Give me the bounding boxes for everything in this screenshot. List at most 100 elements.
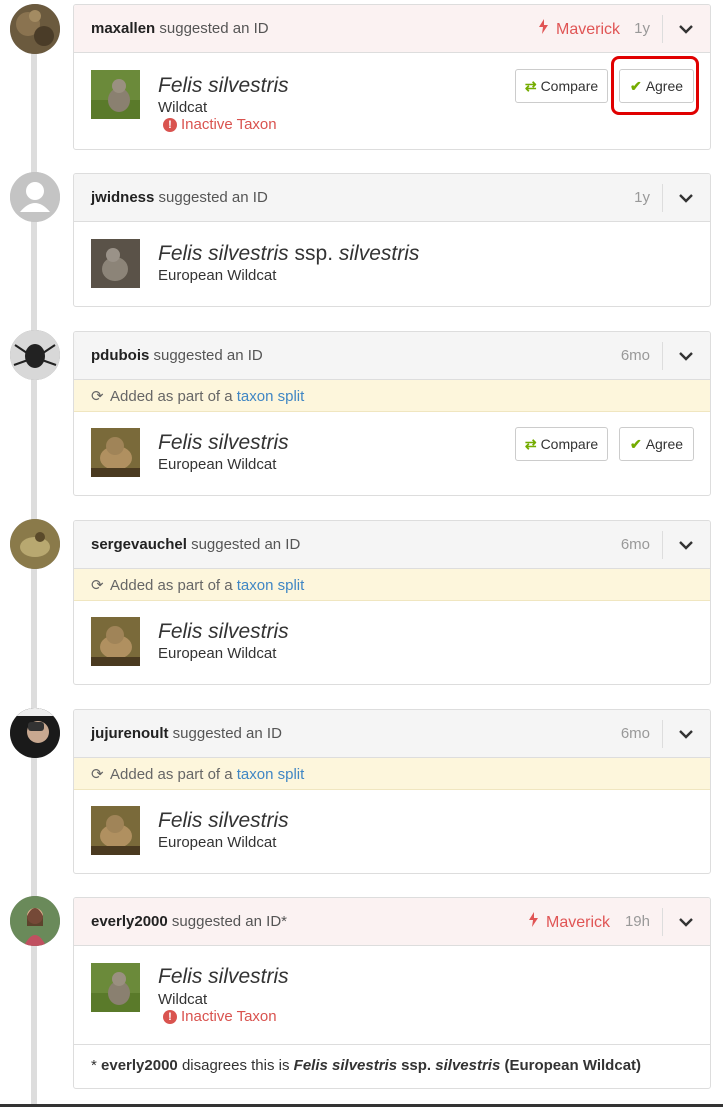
username-link[interactable]: jujurenoult xyxy=(91,725,169,742)
action-text: suggested an ID* xyxy=(171,913,287,930)
avatar[interactable] xyxy=(10,4,60,54)
scientific-genus-species: Felis silvestris xyxy=(158,242,289,265)
card-header: jwidness suggested an ID 1y xyxy=(74,174,710,222)
maverick-label: Maverick xyxy=(556,21,621,38)
compare-label: Compare xyxy=(540,436,599,452)
footnote-user[interactable]: everly2000 xyxy=(101,1057,178,1074)
footnote-star: * xyxy=(91,1057,97,1074)
agree-button[interactable]: ✔ Agree xyxy=(619,427,694,461)
user-photo-icon xyxy=(10,4,60,54)
chevron-down-icon[interactable] xyxy=(679,727,693,741)
compare-icon: ⇄ xyxy=(524,77,537,94)
taxon-scientific-name[interactable]: Felis silvestris xyxy=(158,431,289,455)
identification-card: jujurenoult suggested an ID 6mo ⟳ Added a… xyxy=(73,709,711,874)
rank-label: ssp. xyxy=(294,242,334,265)
divider xyxy=(662,720,663,748)
user-photo-icon xyxy=(10,519,60,569)
identification-card: jwidness suggested an ID 1y Felis silves… xyxy=(73,173,711,307)
username-link[interactable]: everly2000 xyxy=(91,913,168,930)
identification-card: everly2000 suggested an ID* Maverick 19h… xyxy=(73,897,711,1089)
taxon-common-name: European Wildcat xyxy=(158,834,277,851)
divider xyxy=(662,15,663,43)
chevron-down-icon[interactable] xyxy=(679,22,693,36)
wildcat-photo-icon xyxy=(91,428,140,477)
footnote-subspecies: silvestris xyxy=(435,1057,501,1074)
taxon-common-name: European Wildcat xyxy=(158,267,277,284)
chevron-down-icon[interactable] xyxy=(679,191,693,205)
username-link[interactable]: pdubois xyxy=(91,347,149,364)
user-photo-icon xyxy=(10,708,60,758)
maverick-label: Maverick xyxy=(546,914,611,931)
taxon-thumbnail[interactable] xyxy=(91,963,140,1012)
banner-text: Added as part of a xyxy=(110,766,233,783)
taxon-thumbnail[interactable] xyxy=(91,617,140,666)
user-line: sergevauchel suggested an ID xyxy=(91,536,300,553)
footnote-common: (European Wildcat) xyxy=(504,1057,642,1074)
user-line: jwidness suggested an ID xyxy=(91,189,268,206)
taxon-thumbnail[interactable] xyxy=(91,239,140,288)
chevron-down-icon[interactable] xyxy=(679,538,693,552)
inactive-taxon-label: ! Inactive Taxon xyxy=(163,1008,277,1025)
action-text: suggested an ID xyxy=(153,347,263,364)
taxon-body: Felis silvestris Wildcat ! Inactive Taxon xyxy=(74,946,710,1044)
taxon-split-link[interactable]: taxon split xyxy=(237,577,305,594)
compare-button[interactable]: ⇄ Compare xyxy=(515,427,608,461)
chevron-down-icon[interactable] xyxy=(679,349,693,363)
avatar[interactable] xyxy=(10,519,60,569)
refresh-icon: ⟳ xyxy=(91,388,104,405)
taxon-split-banner: ⟳ Added as part of a taxon split xyxy=(74,758,710,790)
maverick-badge: Maverick xyxy=(539,19,620,39)
taxon-split-banner: ⟳ Added as part of a taxon split xyxy=(74,380,710,412)
taxon-thumbnail[interactable] xyxy=(91,428,140,477)
chevron-down-icon[interactable] xyxy=(679,915,693,929)
disagreement-footnote: * everly2000 disagrees this is Felis sil… xyxy=(74,1044,710,1088)
banner-text: Added as part of a xyxy=(110,577,233,594)
banner-text: Added as part of a xyxy=(110,388,233,405)
wildcat-photo-icon xyxy=(91,963,140,1012)
age-label: 1y xyxy=(634,189,650,206)
card-header: pdubois suggested an ID 6mo xyxy=(74,332,710,380)
taxon-split-banner: ⟳ Added as part of a taxon split xyxy=(74,569,710,601)
taxon-split-link[interactable]: taxon split xyxy=(237,388,305,405)
divider xyxy=(662,531,663,559)
wildcat-photo-icon xyxy=(91,70,140,119)
taxon-scientific-name[interactable]: Felis silvestris xyxy=(158,620,289,644)
user-line: maxallen suggested an ID xyxy=(91,20,269,37)
card-header: maxallen suggested an ID Maverick 1y xyxy=(74,5,710,53)
refresh-icon: ⟳ xyxy=(91,577,104,594)
age-label: 6mo xyxy=(620,536,650,553)
taxon-common-name: European Wildcat xyxy=(158,645,277,662)
subspecies-name: silvestris xyxy=(338,242,420,265)
card-header: jujurenoult suggested an ID 6mo xyxy=(74,710,710,758)
lightning-icon xyxy=(539,19,548,39)
username-link[interactable]: jwidness xyxy=(91,189,154,206)
compare-label: Compare xyxy=(540,78,599,94)
avatar[interactable] xyxy=(10,708,60,758)
refresh-icon: ⟳ xyxy=(91,766,104,783)
identification-card: pdubois suggested an ID 6mo ⟳ Added as pa… xyxy=(73,331,711,496)
taxon-common-name: Wildcat xyxy=(158,991,208,1008)
inactive-text: Inactive Taxon xyxy=(181,116,277,133)
check-icon: ✔ xyxy=(629,435,642,452)
avatar[interactable] xyxy=(10,172,60,222)
taxon-scientific-name[interactable]: Felis silvestris xyxy=(158,74,289,98)
divider xyxy=(662,342,663,370)
taxon-thumbnail[interactable] xyxy=(91,70,140,119)
taxon-thumbnail[interactable] xyxy=(91,806,140,855)
username-link[interactable]: sergevauchel xyxy=(91,536,187,553)
username-link[interactable]: maxallen xyxy=(91,20,155,37)
user-line: jujurenoult suggested an ID xyxy=(91,725,282,742)
avatar[interactable] xyxy=(10,896,60,946)
taxon-split-link[interactable]: taxon split xyxy=(237,766,305,783)
compare-icon: ⇄ xyxy=(524,435,537,452)
agree-label: Agree xyxy=(645,436,684,452)
action-text: suggested an ID xyxy=(158,189,268,206)
age-label: 6mo xyxy=(620,725,650,742)
alert-icon: ! xyxy=(163,118,177,132)
avatar[interactable] xyxy=(10,330,60,380)
compare-button[interactable]: ⇄ Compare xyxy=(515,69,608,103)
taxon-scientific-name[interactable]: Felis silvestris xyxy=(158,965,289,989)
footnote-sci[interactable]: Felis silvestris xyxy=(294,1057,397,1074)
taxon-scientific-name[interactable]: Felis silvestris ssp. silvestris xyxy=(158,242,419,266)
taxon-scientific-name[interactable]: Felis silvestris xyxy=(158,809,289,833)
